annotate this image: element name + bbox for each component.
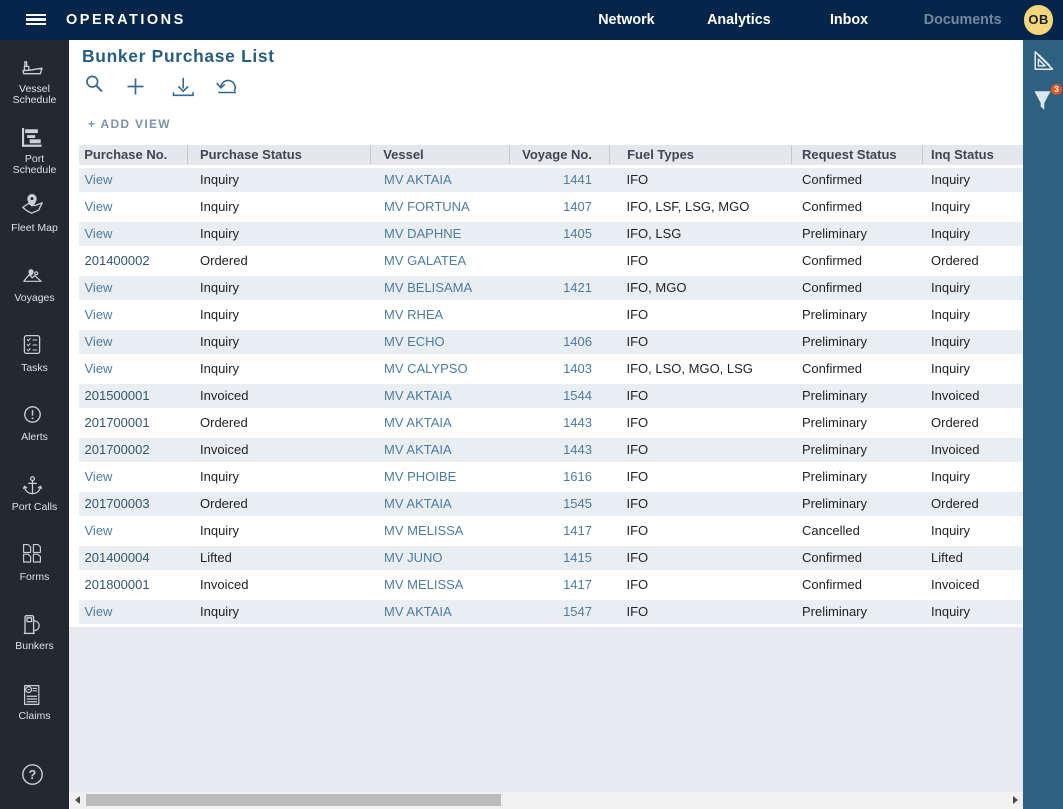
svg-text:?: ? <box>29 768 37 782</box>
